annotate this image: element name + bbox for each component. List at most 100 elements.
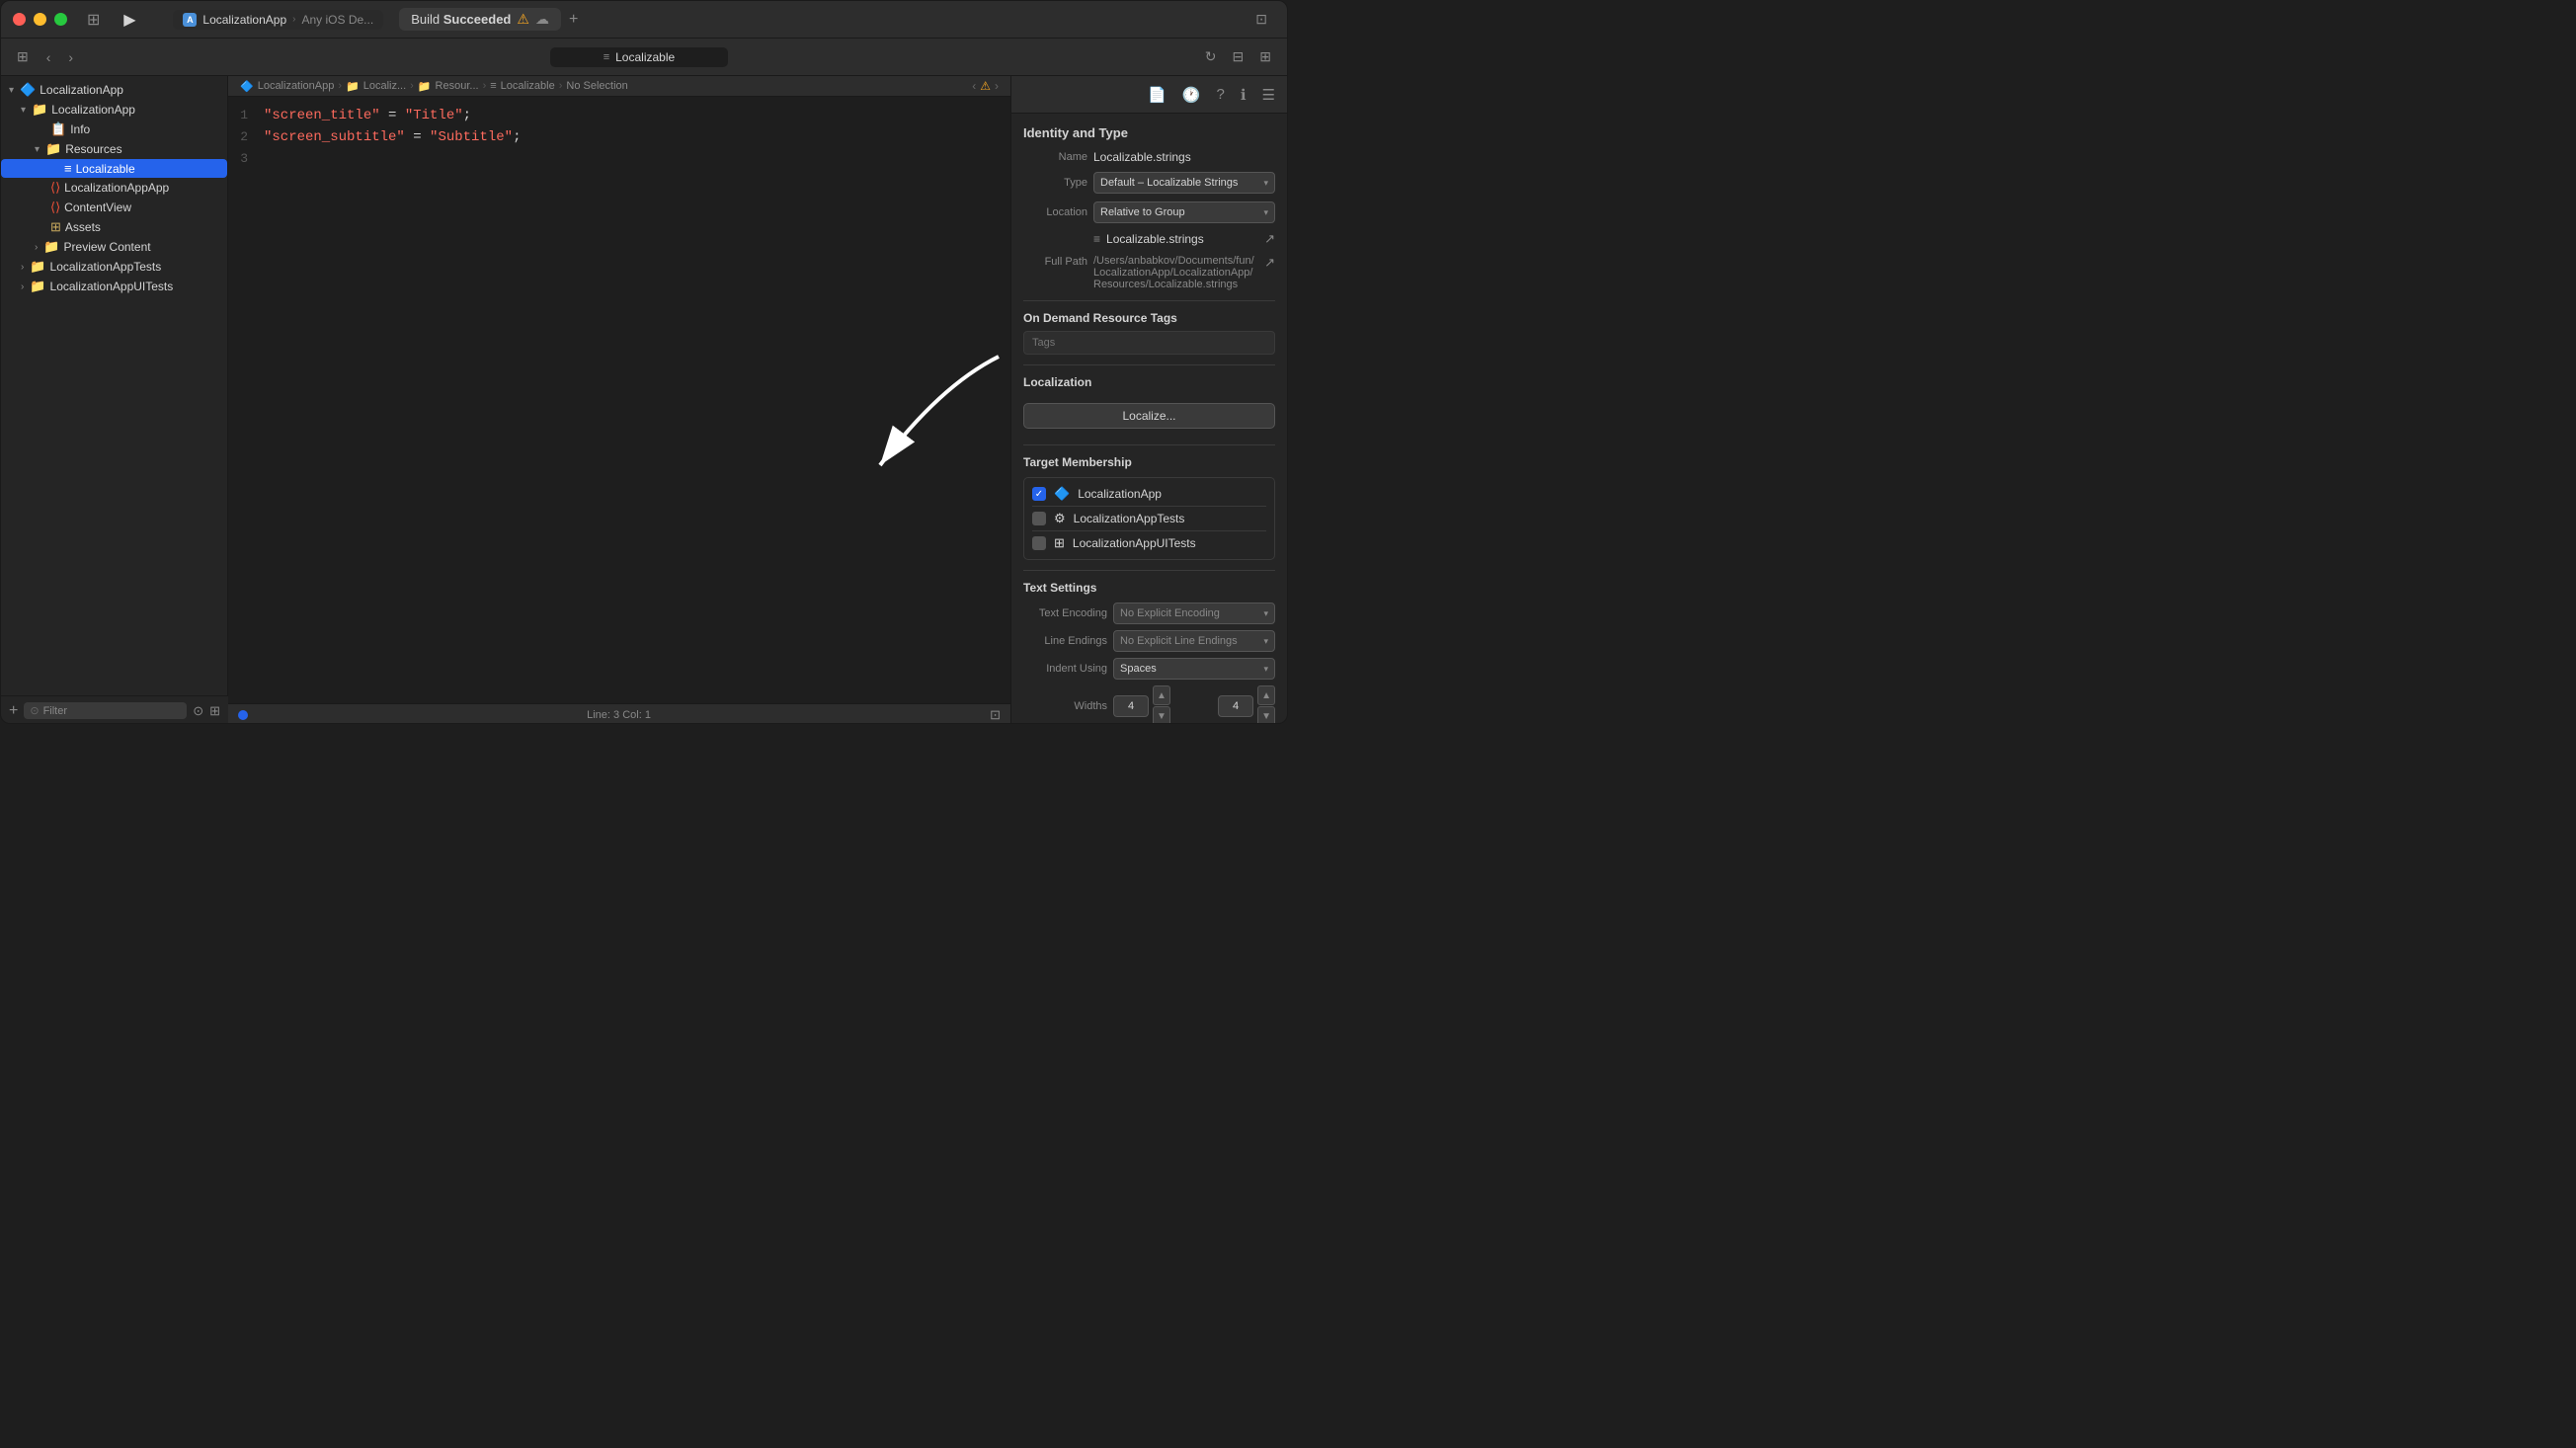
sidebar-item-contentview[interactable]: ⟨⟩ ContentView — [1, 198, 227, 217]
location-select[interactable]: Relative to Group ▾ — [1093, 201, 1275, 223]
sidebar-bottom-btn1[interactable]: ⊙ — [193, 703, 203, 719]
indent-using-select[interactable]: Spaces ▾ — [1113, 658, 1275, 680]
breadcrumb-item[interactable]: Localiz... — [363, 80, 406, 92]
breadcrumb-nav-forward[interactable]: › — [995, 79, 999, 93]
sidebar-item-localizationappuitests[interactable]: › 📁 LocalizationAppUITests — [1, 277, 227, 296]
sidebar-item-label: Localizable — [76, 162, 135, 176]
inspector-info-btn[interactable]: ℹ — [1237, 84, 1250, 106]
target-name-0: LocalizationApp — [1078, 487, 1162, 501]
code-editor[interactable]: 1 "screen_title" = "Title"; 2 "screen_su… — [228, 97, 1010, 703]
full-path-label: Full Path — [1023, 255, 1087, 268]
sidebar-item-info[interactable]: 📋 Info — [1, 120, 227, 139]
sidebar-item-localizationappapp[interactable]: ⟨⟩ LocalizationAppApp — [1, 178, 227, 198]
reveal-in-finder-button[interactable]: ↗ — [1264, 231, 1275, 247]
inspector-help-btn[interactable]: ? — [1213, 84, 1229, 105]
chevron-down-icon: ▾ — [1263, 636, 1268, 647]
on-demand-title: On Demand Resource Tags — [1023, 311, 1275, 325]
code-line-3: 3 — [228, 148, 1010, 170]
folder-icon: 📁 — [30, 279, 45, 294]
grid-view-button[interactable]: ⊞ — [11, 44, 35, 69]
app-icon-small: 🔷 — [240, 80, 254, 93]
line-endings-label: Line Endings — [1023, 635, 1107, 647]
indent-width-decrement[interactable]: ▼ — [1257, 706, 1275, 724]
indent-using-row: Indent Using Spaces ▾ — [1023, 658, 1275, 680]
location-label: Location — [1023, 206, 1087, 218]
breadcrumb-sep: › — [483, 80, 487, 92]
sidebar-item-localizable[interactable]: ≡ Localizable — [1, 159, 227, 178]
chevron-right-icon: › — [35, 242, 38, 253]
inspector-file-btn[interactable]: 📄 — [1144, 84, 1170, 106]
sidebar-item-label: ContentView — [64, 201, 131, 214]
tab-width-increment[interactable]: ▲ — [1153, 685, 1170, 705]
scheme-label[interactable]: Any iOS De... — [301, 13, 373, 27]
sidebar-item-localizationapp-project[interactable]: ▾ 🔷 LocalizationApp — [1, 80, 227, 100]
string-value: "Title" — [405, 108, 463, 123]
sidebar-item-resources[interactable]: ▾ 📁 Resources — [1, 139, 227, 159]
sidebar-item-label: Assets — [65, 220, 101, 234]
forward-button[interactable]: › — [62, 45, 79, 69]
project-icon: 🔷 — [20, 82, 36, 98]
string-eq: = — [405, 129, 430, 145]
fullscreen-button[interactable] — [54, 13, 67, 26]
full-path-reveal-button[interactable]: ↗ — [1264, 255, 1275, 271]
section-title-identity: Identity and Type — [1023, 125, 1275, 140]
target-checkbox-2[interactable] — [1032, 536, 1046, 550]
sidebar-item-localizationapptests[interactable]: › 📁 LocalizationAppTests — [1, 257, 227, 277]
target-item-0: 🔷 LocalizationApp — [1032, 482, 1266, 507]
target-icon-1: ⚙ — [1054, 511, 1066, 526]
target-checkbox-1[interactable] — [1032, 512, 1046, 525]
build-status-text: Build Succeeded — [411, 12, 511, 27]
minimize-button[interactable] — [34, 13, 46, 26]
folder-icon: 📁 — [43, 239, 59, 255]
sidebar-item-label: LocalizationAppUITests — [50, 280, 174, 293]
localization-title: Localization — [1023, 375, 1275, 389]
traffic-lights — [13, 13, 67, 26]
split-view-button[interactable]: ⊟ — [1227, 44, 1250, 69]
sidebar-item-assets[interactable]: ⊞ Assets — [1, 217, 227, 237]
tab-active[interactable]: ≡ Localizable — [550, 47, 728, 67]
add-button[interactable]: + — [569, 11, 578, 29]
inspector-panel: 📄 🕐 ? ℹ ☰ Identity and Type Name Localiz… — [1010, 76, 1287, 724]
indent-width-increment[interactable]: ▲ — [1257, 685, 1275, 705]
tags-input[interactable] — [1023, 331, 1275, 355]
string-value: "Subtitle" — [430, 129, 513, 145]
layout-button[interactable]: ⊞ — [1253, 44, 1277, 69]
add-file-button[interactable]: + — [9, 702, 18, 720]
target-checkbox-0[interactable] — [1032, 487, 1046, 501]
refresh-button[interactable]: ↻ — [1199, 44, 1223, 69]
inspector-toggle-button[interactable]: ⊡ — [1255, 11, 1267, 28]
line-endings-select[interactable]: No Explicit Line Endings ▾ — [1113, 630, 1275, 652]
breadcrumb-item[interactable]: Localizable — [501, 80, 555, 92]
type-select[interactable]: Default – Localizable Strings ▾ — [1093, 172, 1275, 194]
target-item-1: ⚙ LocalizationAppTests — [1032, 507, 1266, 531]
app-icon: A — [183, 13, 197, 27]
line-number: 2 — [228, 126, 264, 148]
text-encoding-select[interactable]: No Explicit Encoding ▾ — [1113, 603, 1275, 624]
breadcrumb-item[interactable]: LocalizationApp — [258, 80, 335, 92]
line-number: 3 — [228, 148, 264, 170]
target-item-2: ⊞ LocalizationAppUITests — [1032, 531, 1266, 555]
breadcrumb-item-no-selection[interactable]: No Selection — [566, 80, 627, 92]
editor-mode-button[interactable]: ⊡ — [990, 707, 1001, 723]
inspector-settings-btn[interactable]: ☰ — [1258, 84, 1279, 106]
back-button[interactable]: ‹ — [40, 45, 57, 69]
chevron-down-icon: ▾ — [1263, 608, 1268, 619]
run-button[interactable]: ▶ — [116, 10, 143, 30]
inspector-history-btn[interactable]: 🕐 — [1178, 84, 1205, 106]
sidebar-toggle-button[interactable]: ⊞ — [81, 6, 106, 34]
inspector-location-row: Location Relative to Group ▾ — [1023, 201, 1275, 223]
warning-icon: ⚠ — [517, 11, 529, 28]
breadcrumb-nav-back[interactable]: ‹ — [972, 79, 976, 93]
inspector-content: Identity and Type Name Localizable.strin… — [1011, 114, 1287, 724]
sidebar-bottom-btn2[interactable]: ⊞ — [209, 703, 220, 719]
indent-using-label: Indent Using — [1023, 663, 1107, 675]
close-button[interactable] — [13, 13, 26, 26]
localize-button[interactable]: Localize... — [1023, 403, 1275, 429]
sidebar-item-preview-content[interactable]: › 📁 Preview Content — [1, 237, 227, 257]
targets-box: 🔷 LocalizationApp ⚙ LocalizationAppTests… — [1023, 477, 1275, 560]
breadcrumb-item[interactable]: Resour... — [436, 80, 479, 92]
sidebar-item-localizationapp-group[interactable]: ▾ 📁 LocalizationApp — [1, 100, 227, 120]
text-encoding-label: Text Encoding — [1023, 607, 1107, 619]
tab-width-decrement[interactable]: ▼ — [1153, 706, 1170, 724]
filter-icon: ⊙ — [30, 704, 39, 717]
